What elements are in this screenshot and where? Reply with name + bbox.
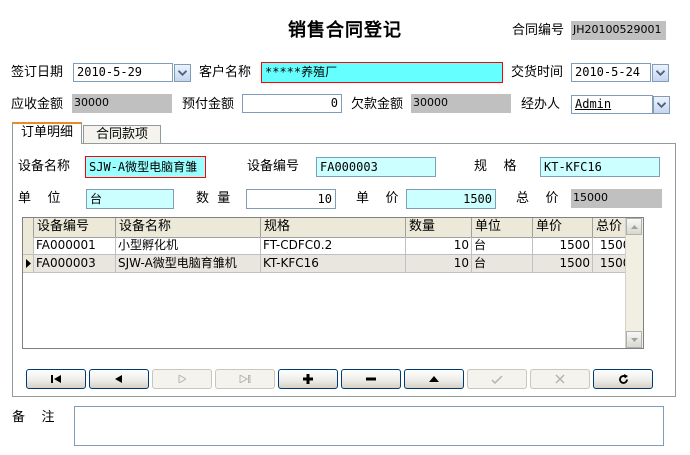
edit-record-icon [429, 376, 439, 382]
cell-device-no: FA000003 [34, 255, 116, 273]
prepaid-input[interactable]: 0 [242, 94, 342, 113]
device-name-label: 设备名称 [18, 159, 71, 174]
remarks-label: 备 注 [12, 410, 55, 425]
cell-device-name: 小型孵化机 [116, 237, 261, 255]
order-detail-grid[interactable]: 设备编号 设备名称 规格 数量 单位 单价 总价 FA000001 小型孵化机 … [22, 217, 644, 349]
spec-input[interactable]: KT-KFC16 [540, 157, 660, 177]
sign-date-label: 签订日期 [11, 65, 64, 80]
current-row-arrow-icon [25, 259, 31, 268]
handler-select[interactable]: Admin [571, 95, 653, 114]
unit-label: 单 位 [18, 191, 61, 206]
record-navigator [22, 362, 666, 394]
prior-record-icon [115, 375, 122, 383]
nav-insert-button[interactable] [278, 369, 338, 389]
total-value: 15000 [571, 189, 662, 208]
nav-next-button[interactable] [152, 369, 212, 389]
grid-col-device-name[interactable]: 设备名称 [116, 218, 261, 237]
device-no-input[interactable]: FA000003 [316, 157, 436, 177]
chevron-down-icon [656, 70, 665, 76]
table-row[interactable]: FA000001 小型孵化机 FT-CDFC0.2 10 台 1500 1500… [23, 237, 641, 255]
insert-record-icon [303, 374, 313, 384]
scroll-up-button[interactable] [626, 218, 642, 235]
next-record-icon [178, 375, 186, 383]
contract-no-label: 合同编号 [512, 23, 565, 38]
quantity-label: 数 量 [196, 191, 231, 206]
sign-date-input[interactable]: 2010-5-29 [73, 63, 173, 82]
chevron-down-icon [630, 337, 638, 342]
cell-device-name: SJW-A微型电脑育雏机 [116, 255, 261, 273]
row-indicator [23, 255, 34, 273]
refresh-record-icon [618, 373, 628, 384]
delivery-time-input[interactable]: 2010-5-24 [571, 63, 651, 82]
chevron-up-icon [630, 224, 638, 229]
cell-price: 1500 [533, 255, 593, 273]
chevron-down-icon [178, 70, 187, 76]
row-indicator [23, 237, 34, 255]
total-label: 总 价 [516, 191, 559, 206]
spec-label: 规 格 [474, 159, 517, 174]
nav-edit-button[interactable] [404, 369, 464, 389]
cell-unit: 台 [472, 255, 533, 273]
receivable-label: 应收金额 [11, 97, 64, 112]
nav-refresh-button[interactable] [593, 369, 653, 389]
grid-col-device-no[interactable]: 设备编号 [34, 218, 116, 237]
nav-post-button[interactable] [467, 369, 527, 389]
device-name-input[interactable]: SJW-A微型电脑育雏 [85, 156, 206, 178]
price-input[interactable]: 1500 [406, 189, 496, 209]
quantity-input[interactable]: 10 [246, 189, 336, 209]
grid-col-quantity[interactable]: 数量 [406, 218, 472, 237]
delivery-time-dropdown[interactable] [652, 64, 669, 82]
chevron-down-icon [657, 102, 666, 108]
sign-date-dropdown[interactable] [174, 64, 191, 82]
cell-price: 1500 [533, 237, 593, 255]
last-record-icon [239, 375, 251, 383]
remarks-textarea[interactable] [74, 406, 664, 446]
scroll-down-button[interactable] [626, 331, 642, 348]
tab-contract-payment[interactable]: 合同款项 [83, 125, 161, 143]
customer-input[interactable]: *****养殖厂 [261, 62, 503, 83]
nav-first-button[interactable] [26, 369, 86, 389]
owed-value: 30000 [411, 94, 511, 113]
cell-device-no: FA000001 [34, 237, 116, 255]
post-record-icon [491, 374, 503, 384]
grid-header: 设备编号 设备名称 规格 数量 单位 单价 总价 [23, 218, 641, 238]
nav-delete-button[interactable] [341, 369, 401, 389]
handler-label: 经办人 [521, 97, 561, 112]
delivery-time-label: 交货时间 [511, 65, 564, 80]
table-row[interactable]: FA000003 SJW-A微型电脑育雏机 KT-KFC16 10 台 1500… [23, 255, 641, 273]
cell-spec: FT-CDFC0.2 [261, 237, 406, 255]
grid-col-price[interactable]: 单价 [533, 218, 593, 237]
price-label: 单 价 [356, 191, 399, 206]
cell-quantity: 10 [406, 255, 472, 273]
receivable-value: 30000 [72, 94, 172, 113]
nav-last-button[interactable] [215, 369, 275, 389]
cell-spec: KT-KFC16 [261, 255, 406, 273]
first-record-icon [51, 375, 61, 383]
grid-vertical-scrollbar[interactable] [625, 218, 643, 348]
grid-col-unit[interactable]: 单位 [472, 218, 533, 237]
cell-quantity: 10 [406, 237, 472, 255]
grid-col-spec[interactable]: 规格 [261, 218, 406, 237]
customer-label: 客户名称 [199, 65, 252, 80]
grid-indicator-header [23, 218, 34, 237]
nav-cancel-button[interactable] [530, 369, 590, 389]
tab-order-detail[interactable]: 订单明细 [12, 122, 82, 144]
cell-unit: 台 [472, 237, 533, 255]
device-no-label: 设备编号 [247, 159, 300, 174]
owed-label: 欠款金额 [351, 97, 404, 112]
delete-record-icon [366, 377, 376, 381]
cancel-record-icon [555, 374, 565, 384]
nav-prior-button[interactable] [89, 369, 149, 389]
handler-dropdown[interactable] [653, 96, 670, 114]
contract-no-value: JH20100529001 [571, 21, 666, 40]
prepaid-label: 预付金额 [182, 97, 235, 112]
unit-input[interactable]: 台 [86, 189, 174, 209]
